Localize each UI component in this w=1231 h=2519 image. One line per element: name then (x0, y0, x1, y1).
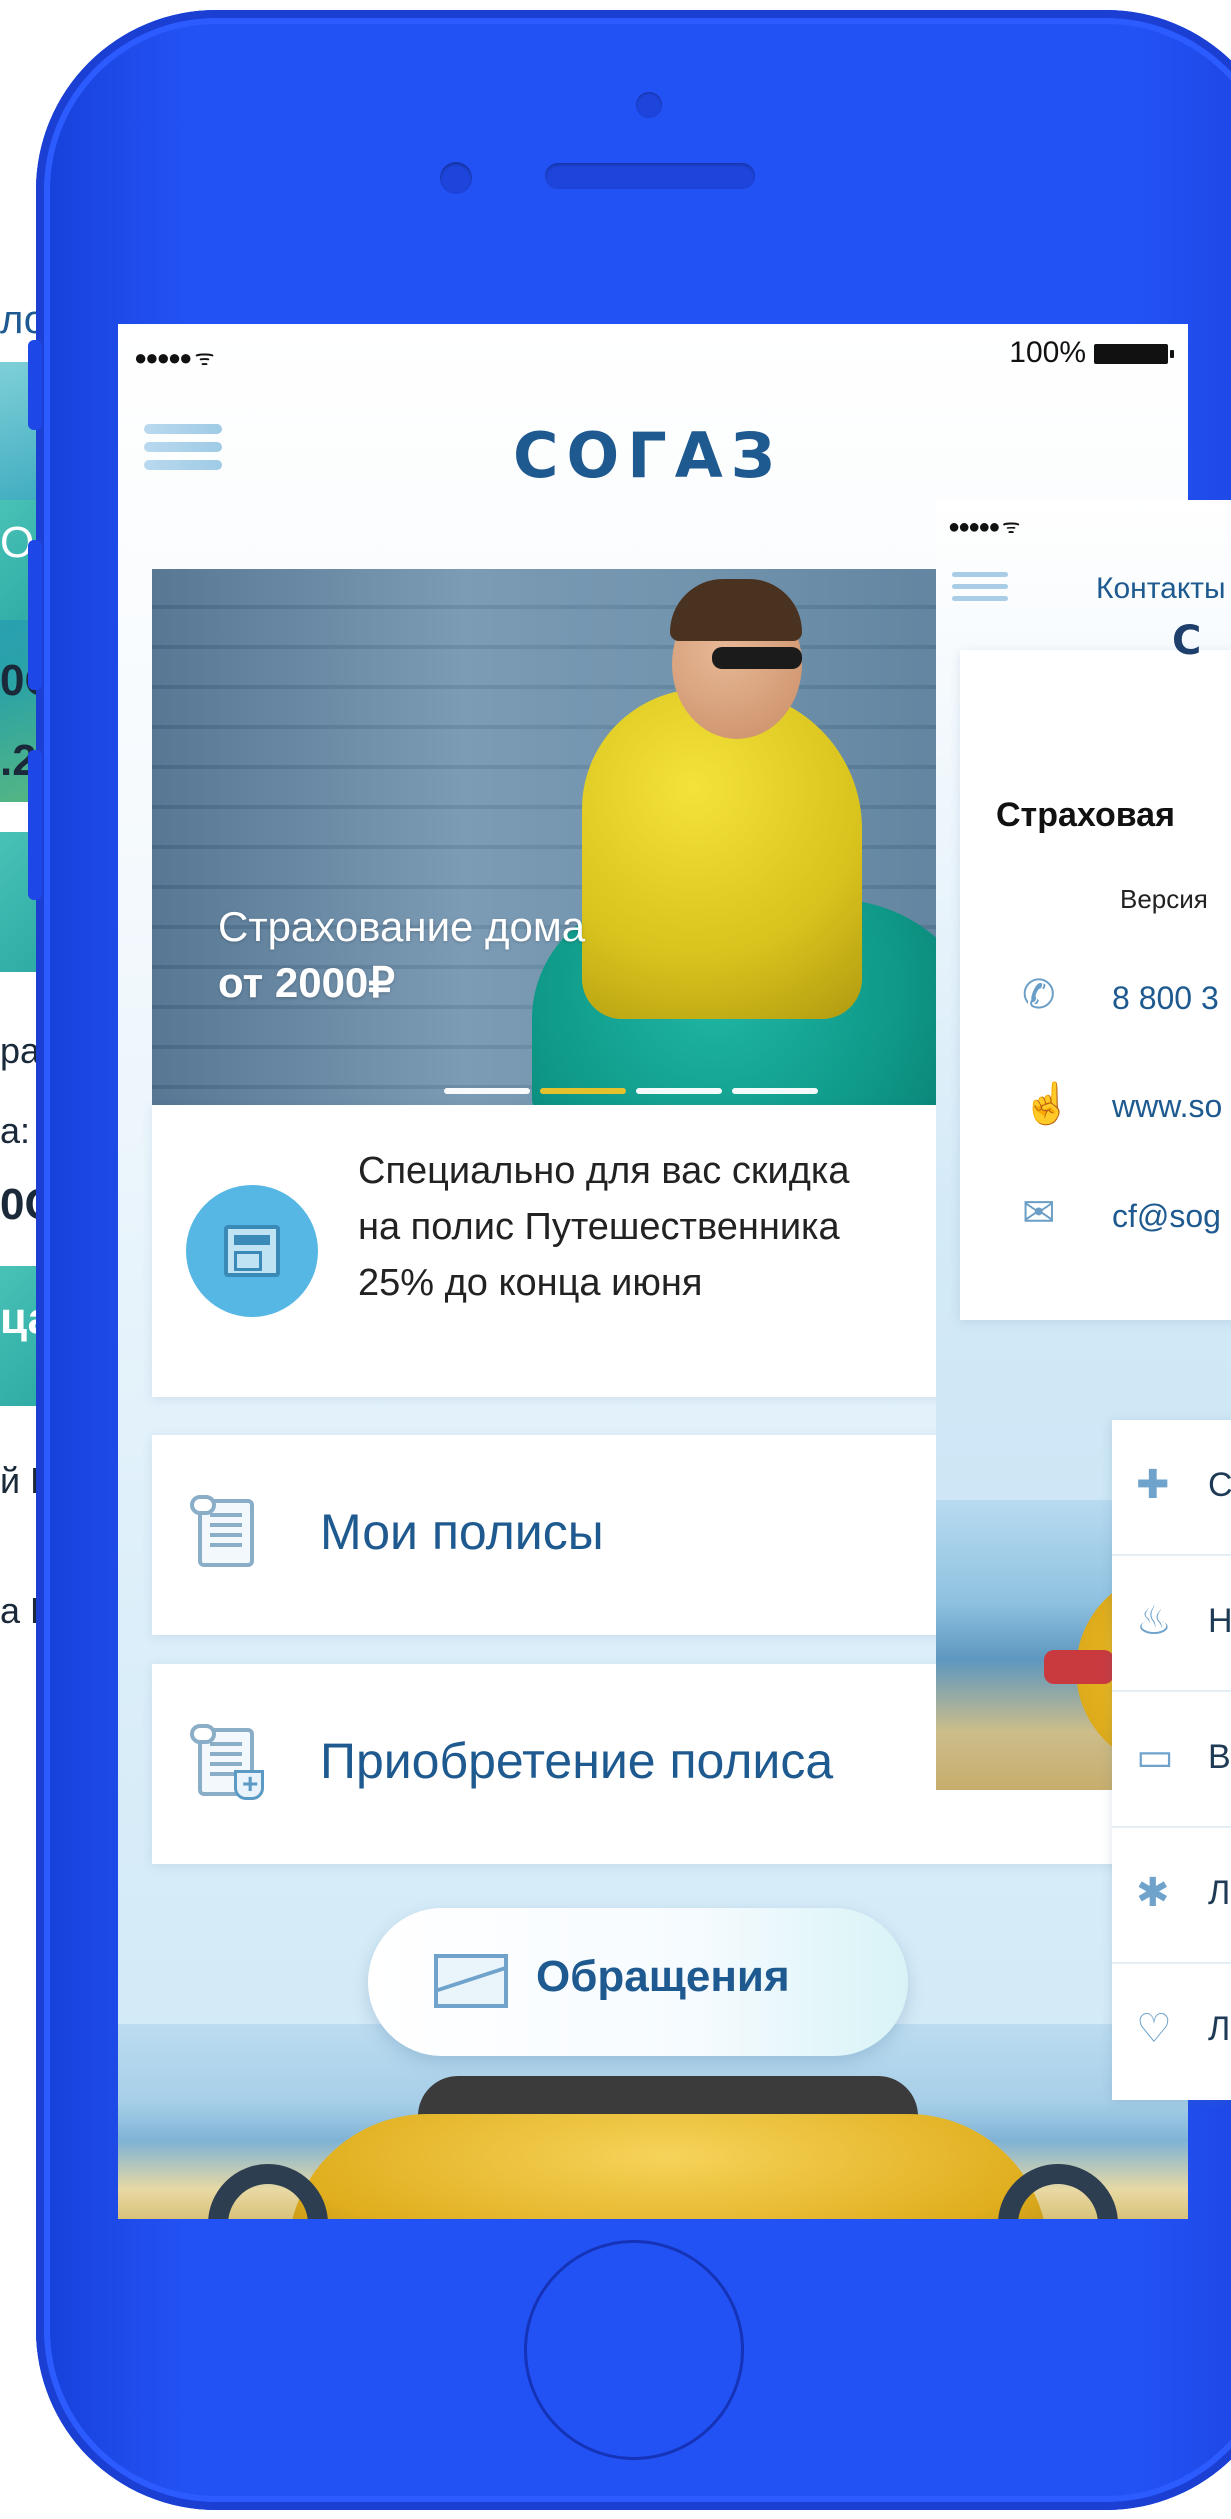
tick-bug-icon: ✱ (1136, 1871, 1170, 1915)
insurance-list: ✚ С ♨ Н ▭ В ✱ Л ♡ Л С (1112, 1420, 1231, 2100)
discount-line3: 25% до конца июня (358, 1262, 703, 1304)
status-bar: ●●●●● ᯤ 100% (118, 324, 1188, 384)
phone-number[interactable]: 8 800 3 (1112, 980, 1219, 1017)
banner-title-line1: Страхование дома (218, 903, 586, 950)
bottom-photo-car (288, 2114, 1048, 2219)
volume-up-button (28, 540, 42, 690)
discount-line2: на полис Путешественника (358, 1206, 840, 1248)
carousel-indicator[interactable] (444, 1081, 828, 1099)
buy-policy-label: Приобретение полиса (320, 1733, 834, 1789)
email-link[interactable]: cf@sog (1112, 1198, 1221, 1235)
front-camera (440, 162, 472, 194)
list-item[interactable]: ▭ В (1112, 1692, 1231, 1828)
newspaper-icon (186, 1185, 318, 1317)
battery-icon (1094, 344, 1174, 365)
list-item[interactable]: ✱ Л (1112, 1828, 1231, 1964)
hamburger-menu-icon[interactable] (144, 424, 222, 482)
signal-indicator: ●●●●● ᯤ (134, 345, 215, 370)
list-item-label: Л (1208, 1874, 1231, 1912)
click-icon: ☝ (1022, 1082, 1072, 1126)
phone-icon: ✆ (1022, 973, 1056, 1017)
carousel-dot[interactable] (636, 1088, 722, 1094)
appeals-label: Обращения (536, 1952, 790, 2001)
carousel-dot[interactable] (444, 1088, 530, 1094)
list-item-label: С (1208, 1466, 1231, 1504)
list-item[interactable]: ♡ Л С (1112, 1964, 1231, 2100)
banner-title-line2: от 2000₽ (218, 959, 396, 1006)
contacts-hamburger-icon[interactable] (952, 572, 1008, 608)
carousel-dot[interactable] (732, 1088, 818, 1094)
heart-pulse-icon: ♡ (1136, 2007, 1172, 2051)
appeals-button[interactable]: Обращения (368, 1908, 908, 2056)
discount-text: Специально для вас скидка на полис Путеш… (358, 1143, 918, 1311)
list-item-label: Н (1208, 1602, 1231, 1640)
medical-cross-icon: ✚ (1136, 1463, 1170, 1507)
bg-fragment: а: (0, 1110, 31, 1151)
list-item[interactable]: ✚ С (1112, 1420, 1231, 1556)
volume-down-button (28, 750, 42, 900)
envelope-icon (434, 1954, 508, 2008)
contacts-logo: С (1172, 618, 1202, 664)
briefcase-icon: ▭ (1136, 1735, 1174, 1779)
app-logo: СОГАЗ (513, 419, 783, 492)
contacts-title: Контакты (1096, 572, 1226, 605)
stage: ло О 0С .2 ра а: 0С ца й В а Н ●●●●● ᯤ 1… (0, 0, 1231, 2519)
my-policies-label: Мои полисы (320, 1504, 604, 1560)
banner-photo-glasses (712, 647, 802, 669)
contacts-screen: ●●●●● ᯤ Контакты С Страховая Версия ✆ 8 … (936, 500, 1231, 2100)
website-link[interactable]: www.so (1112, 1088, 1222, 1125)
discount-line1: Специально для вас скидка (358, 1150, 850, 1192)
proximity-sensor (636, 92, 662, 118)
banner-title: Страхование дома от 2000₽ (218, 899, 585, 1011)
fire-icon: ♨ (1136, 1599, 1172, 1643)
list-item[interactable]: ♨ Н (1112, 1556, 1231, 1692)
list-item-label: Л С (1208, 2010, 1231, 2048)
scroll-document-icon (190, 1495, 266, 1575)
carousel-dot-active[interactable] (540, 1088, 626, 1094)
company-name: Страховая (996, 796, 1175, 834)
mail-icon: ✉ (1022, 1191, 1056, 1235)
app-version: Версия (1120, 884, 1208, 914)
mute-switch (28, 340, 42, 430)
add-document-icon (190, 1724, 266, 1804)
home-button[interactable] (524, 2240, 744, 2460)
list-item-label: В (1208, 1738, 1231, 1776)
battery-indicator: 100% (1009, 336, 1174, 370)
bg-fragment: ра (0, 1030, 41, 1071)
battery-percent: 100% (1009, 336, 1086, 369)
contacts-status-bar: ●●●●● ᯤ (948, 516, 1020, 538)
banner-photo-shirt (582, 689, 862, 1019)
earpiece-speaker (545, 163, 755, 189)
